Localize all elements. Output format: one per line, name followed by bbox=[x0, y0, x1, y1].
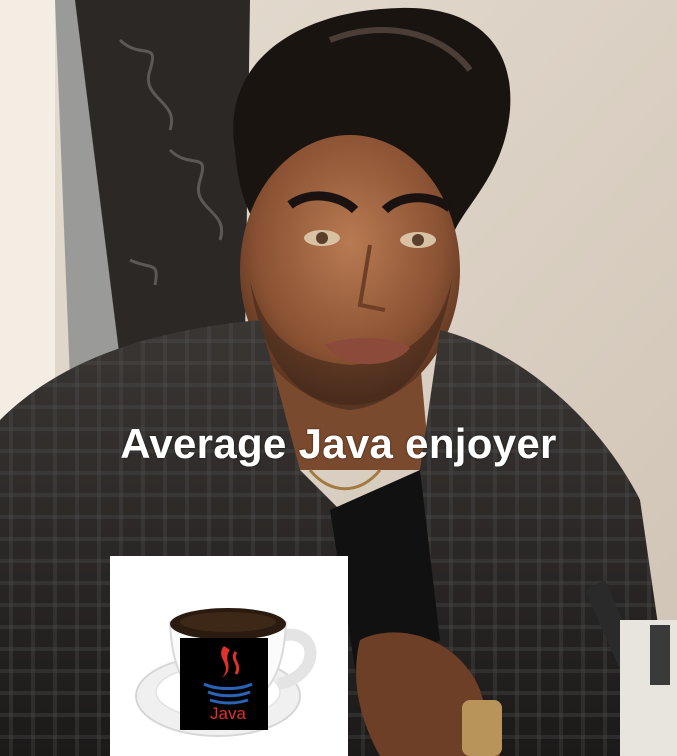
meme-caption: Average Java enjoyer bbox=[120, 420, 557, 467]
meme-image: Average Java enjoyer Java bbox=[0, 0, 677, 756]
java-coffee-cup-icon bbox=[135, 608, 317, 737]
face bbox=[240, 135, 460, 405]
watch bbox=[462, 700, 502, 756]
java-logo-text: Java bbox=[210, 704, 246, 723]
window bbox=[0, 0, 55, 420]
java-logo-card bbox=[110, 556, 348, 756]
